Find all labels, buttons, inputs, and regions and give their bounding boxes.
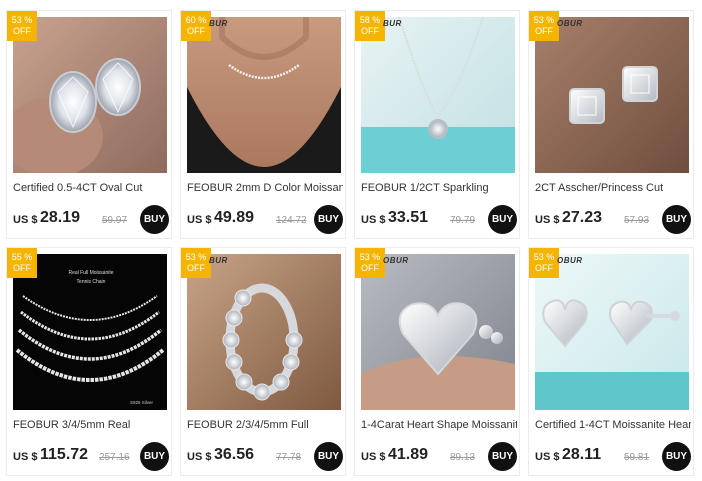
currency: US $	[535, 214, 560, 226]
original-price: 59.81	[624, 452, 650, 463]
brand-watermark: OBUR	[557, 19, 583, 28]
price-row: US $ 36.56 77.78 BUY	[187, 442, 343, 471]
original-price: 59.97	[102, 215, 128, 226]
buy-button[interactable]: BUY	[140, 205, 169, 234]
product-card[interactable]: 53 % OFF OBUR 1-4Carat Heart Shape Moiss…	[354, 247, 520, 476]
discount-percent: 60 %	[185, 15, 207, 25]
discount-badge: 53 % OFF	[355, 248, 385, 278]
original-price: 79.79	[450, 215, 476, 226]
sale-price: 28.11	[562, 446, 602, 463]
discount-off: OFF	[187, 26, 205, 36]
sale-price: 27.23	[562, 209, 603, 226]
brand-watermark: BUR	[383, 19, 402, 28]
discount-off: OFF	[187, 263, 205, 273]
product-title[interactable]: Certified 1-4CT Moissanite Heart	[535, 419, 691, 435]
discount-off: OFF	[13, 263, 31, 273]
discount-badge: 55 % OFF	[7, 248, 37, 278]
sale-price: 49.89	[214, 209, 255, 226]
price-row: US $ 28.11 59.81 BUY	[535, 442, 691, 471]
discount-off: OFF	[361, 263, 379, 273]
product-card[interactable]: 60 % OFF BUR FEOBUR 2mm D Color Moissani…	[180, 10, 346, 239]
price-row: US $ 115.72 257.16 BUY	[13, 442, 169, 471]
currency: US $	[13, 451, 38, 463]
sale-price: 28.19	[40, 209, 81, 226]
currency: US $	[187, 451, 212, 463]
product-title[interactable]: Certified 0.5-4CT Oval Cut	[13, 182, 169, 198]
buy-button[interactable]: BUY	[314, 442, 343, 471]
brand-watermark: OBUR	[557, 256, 583, 265]
product-title[interactable]: FEOBUR 2mm D Color Moissanite	[187, 182, 343, 198]
currency: US $	[535, 451, 560, 463]
product-title[interactable]: 2CT Asscher/Princess Cut	[535, 182, 691, 198]
sale-price: 41.89	[388, 446, 429, 463]
discount-badge: 60 % OFF	[181, 11, 211, 41]
product-title[interactable]: 1-4Carat Heart Shape Moissanite	[361, 419, 517, 435]
product-title[interactable]: FEOBUR 2/3/4/5mm Full	[187, 419, 343, 435]
image-caption-2: Tennis Chain	[77, 279, 106, 285]
discount-badge: 53 % OFF	[7, 11, 37, 41]
brand-watermark: OBUR	[383, 256, 409, 265]
original-price: 89.13	[450, 452, 476, 463]
product-title[interactable]: FEOBUR 1/2CT Sparkling	[361, 182, 517, 198]
buy-button[interactable]: BUY	[314, 205, 343, 234]
product-card[interactable]: 53 % OFF OBUR 2CT Asscher/Princess Cut U…	[528, 10, 694, 239]
discount-badge: 53 % OFF	[529, 11, 559, 41]
discount-percent: 55 %	[11, 252, 33, 262]
discount-percent: 53 %	[533, 252, 555, 262]
product-card[interactable]: Real Full Moissanite Tennis Chain S925 S…	[6, 247, 172, 476]
product-title[interactable]: FEOBUR 3/4/5mm Real	[13, 419, 169, 435]
currency: US $	[361, 214, 386, 226]
original-price: 57.93	[624, 215, 650, 226]
image-caption: Real Full Moissanite	[68, 270, 113, 276]
discount-off: OFF	[361, 26, 379, 36]
price-row: US $ 49.89 124.72 BUY	[187, 205, 343, 234]
discount-percent: 53 %	[359, 252, 381, 262]
discount-percent: 53 %	[185, 252, 207, 262]
buy-button[interactable]: BUY	[488, 205, 517, 234]
discount-percent: 58 %	[359, 15, 381, 25]
original-price: 124.72	[276, 215, 307, 226]
discount-off: OFF	[535, 26, 553, 36]
price-row: US $ 33.51 79.79 BUY	[361, 205, 517, 234]
product-grid: 53 % OFF Certified 0.5-4CT Oval Cut US $…	[6, 10, 698, 478]
discount-off: OFF	[535, 263, 553, 273]
original-price: 77.78	[276, 452, 302, 463]
buy-button[interactable]: BUY	[488, 442, 517, 471]
currency: US $	[361, 451, 386, 463]
buy-button[interactable]: BUY	[662, 442, 691, 471]
currency: US $	[13, 214, 38, 226]
sale-price: 36.56	[214, 446, 255, 463]
product-card[interactable]: 53 % OFF OBUR Certified 1-4CT Moissanite…	[528, 247, 694, 476]
discount-badge: 58 % OFF	[355, 11, 385, 41]
product-card[interactable]: 58 % OFF BUR FEOBUR 1/2CT Sparkling US $…	[354, 10, 520, 239]
buy-button[interactable]: BUY	[662, 205, 691, 234]
discount-off: OFF	[13, 26, 31, 36]
sale-price: 115.72	[40, 446, 89, 463]
discount-badge: 53 % OFF	[181, 248, 211, 278]
image-footer: S925 Silver	[130, 400, 154, 405]
product-card[interactable]: 53 % OFF BUR FEOBUR 2/3/4/5mm Full US $ …	[180, 247, 346, 476]
brand-watermark: BUR	[209, 19, 228, 28]
original-price: 257.16	[99, 452, 130, 463]
product-card[interactable]: 53 % OFF Certified 0.5-4CT Oval Cut US $…	[6, 10, 172, 239]
discount-percent: 53 %	[533, 15, 555, 25]
price-row: US $ 27.23 57.93 BUY	[535, 205, 691, 234]
discount-percent: 53 %	[11, 15, 33, 25]
price-row: US $ 28.19 59.97 BUY	[13, 205, 169, 234]
brand-watermark: BUR	[209, 256, 228, 265]
discount-badge: 53 % OFF	[529, 248, 559, 278]
currency: US $	[187, 214, 212, 226]
buy-button[interactable]: BUY	[140, 442, 169, 471]
sale-price: 33.51	[388, 209, 429, 226]
price-row: US $ 41.89 89.13 BUY	[361, 442, 517, 471]
